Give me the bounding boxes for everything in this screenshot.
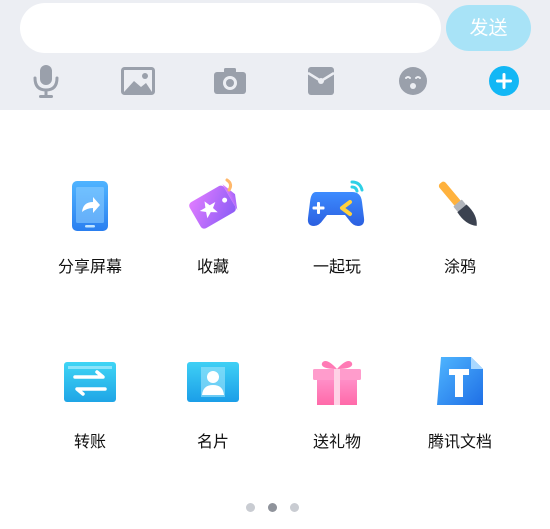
panel-item-contact-card[interactable]: 名片 [158, 355, 268, 455]
panel-item-transfer[interactable]: 转账 [35, 355, 145, 455]
panel-item-share-screen[interactable]: 分享屏幕 [35, 178, 145, 278]
send-button[interactable]: 发送 [446, 5, 531, 51]
gamepad-icon [306, 178, 368, 234]
panel-item-send-gift[interactable]: 送礼物 [282, 355, 392, 455]
microphone-icon[interactable] [28, 62, 64, 100]
panel-item-label: 转账 [73, 432, 106, 451]
image-icon[interactable] [119, 62, 157, 100]
gift-icon [310, 355, 364, 411]
composer-bar: 发送 [0, 0, 550, 110]
page-indicator [0, 503, 550, 513]
share-screen-icon [70, 180, 110, 236]
favorites-icon [183, 178, 243, 236]
red-packet-icon[interactable] [303, 62, 339, 100]
panel-item-label: 送礼物 [312, 432, 361, 451]
camera-icon[interactable] [211, 62, 249, 100]
panel-item-label: 分享屏幕 [57, 257, 122, 276]
panel-item-label: 涂鸦 [443, 257, 476, 276]
panel-item-favorites[interactable]: 收藏 [158, 178, 268, 278]
paintbrush-icon [432, 180, 488, 236]
panel-item-label: 名片 [196, 432, 229, 451]
page-dot-2[interactable] [268, 503, 277, 512]
emoji-icon[interactable] [395, 62, 431, 100]
panel-item-play-together[interactable]: 一起玩 [282, 178, 392, 278]
panel-item-tencent-docs[interactable]: 腾讯文档 [405, 355, 515, 455]
panel-item-label: 收藏 [196, 257, 229, 276]
panel-item-label: 一起玩 [312, 257, 361, 276]
tencent-docs-icon [433, 355, 487, 411]
plus-icon[interactable] [486, 62, 522, 100]
transfer-icon [63, 361, 117, 407]
panel-item-doodle[interactable]: 涂鸦 [405, 178, 515, 278]
page-dot-1[interactable] [246, 503, 255, 512]
message-input[interactable] [20, 3, 441, 53]
contact-card-icon [186, 361, 240, 407]
panel-item-label: 腾讯文档 [427, 432, 492, 451]
page-dot-3[interactable] [290, 503, 299, 512]
